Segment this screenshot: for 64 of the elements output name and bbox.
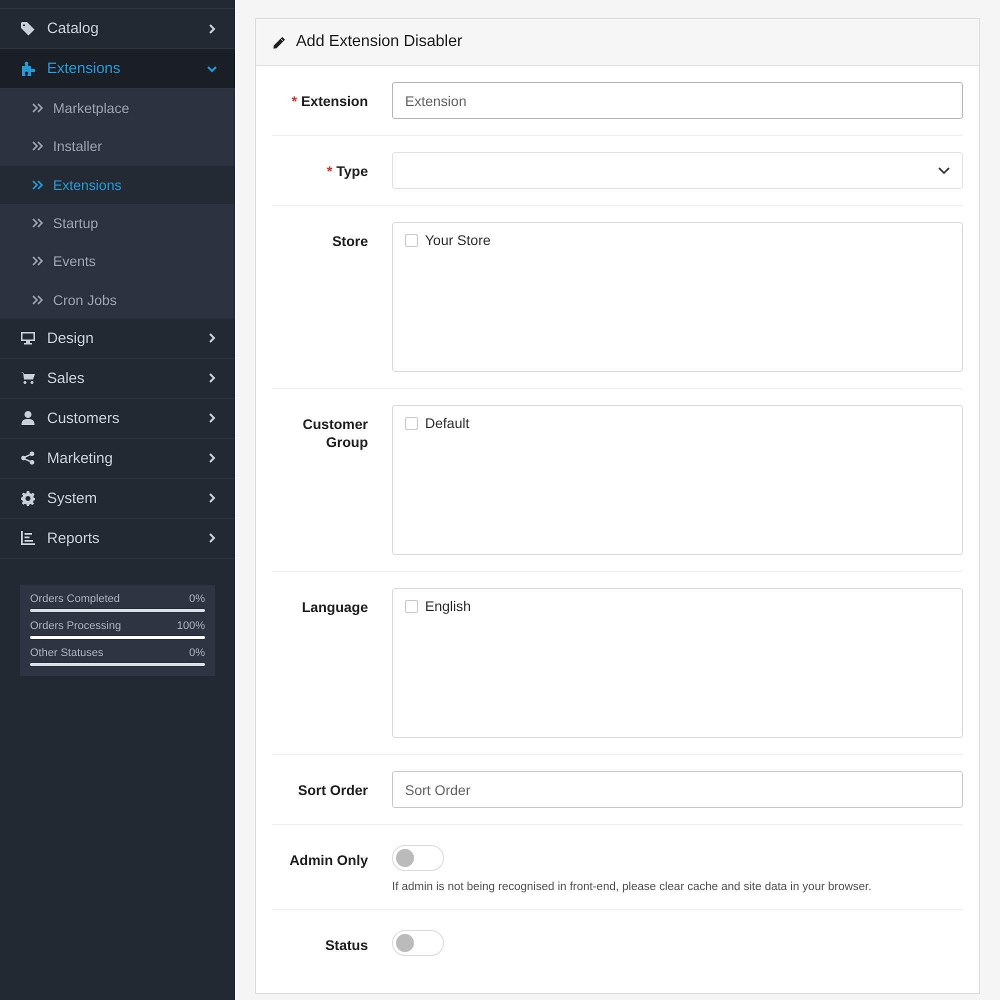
field-label: Sort Order bbox=[296, 781, 368, 800]
stat-label: Other Statuses bbox=[30, 646, 104, 659]
menu-item[interactable]: Extensions bbox=[0, 49, 235, 89]
chevron-right-icon bbox=[207, 373, 217, 384]
submenu-item[interactable]: Events bbox=[0, 242, 235, 280]
double-chevron-icon bbox=[32, 256, 44, 266]
submenu-item[interactable]: Marketplace bbox=[0, 89, 235, 128]
submenu-item[interactable]: Cron Jobs bbox=[0, 280, 235, 319]
double-chevron-icon bbox=[32, 218, 44, 228]
chevron-down-icon bbox=[207, 64, 217, 74]
double-chevron-icon bbox=[32, 294, 44, 305]
text-field[interactable]: Extension bbox=[392, 82, 963, 119]
double-chevron-icon bbox=[32, 180, 44, 190]
checkbox-label: Default bbox=[425, 415, 470, 431]
menu-item[interactable]: Reports bbox=[0, 518, 235, 559]
gear-icon bbox=[20, 490, 36, 506]
chevron-right-icon bbox=[207, 413, 217, 424]
share-icon bbox=[20, 450, 36, 466]
chevron-right-icon bbox=[207, 333, 217, 344]
chevron-down-icon bbox=[938, 166, 950, 174]
monitor-icon bbox=[20, 330, 36, 346]
card-title: Add Extension Disabler bbox=[296, 33, 462, 51]
checkbox[interactable] bbox=[405, 416, 418, 430]
stat-reading: 0% bbox=[189, 592, 205, 605]
bar-chart-icon bbox=[20, 530, 36, 546]
menu-item[interactable]: Sales bbox=[0, 358, 235, 399]
user-icon bbox=[20, 410, 36, 426]
double-chevron-icon bbox=[32, 103, 44, 114]
checkbox-label: Your Store bbox=[425, 232, 491, 248]
pencil-icon bbox=[272, 34, 287, 50]
checkbox[interactable] bbox=[405, 234, 418, 246]
submenu-item[interactable]: Startup bbox=[0, 204, 235, 242]
stat-label: Orders Processing bbox=[30, 620, 122, 632]
toggle-switch[interactable] bbox=[392, 930, 444, 956]
chevron-right-icon bbox=[207, 453, 217, 464]
field-label: * Type bbox=[326, 162, 368, 181]
field-label: Admin Only bbox=[288, 851, 368, 870]
checkbox-label: English bbox=[425, 598, 471, 614]
menu-item[interactable]: System bbox=[0, 478, 235, 519]
menu-item[interactable]: Design bbox=[0, 318, 235, 359]
tag-icon bbox=[20, 20, 36, 36]
field-label: Customer Group bbox=[302, 415, 368, 452]
field-label: Language bbox=[300, 598, 368, 617]
field-label: * Extension bbox=[290, 92, 368, 111]
menu-item[interactable]: Marketing bbox=[0, 438, 235, 479]
stat-label: Orders Completed bbox=[30, 592, 120, 605]
menu-item[interactable]: Customers bbox=[0, 398, 235, 439]
stat-reading: 100% bbox=[176, 620, 205, 632]
chevron-right-icon bbox=[207, 24, 217, 34]
checkbox[interactable] bbox=[405, 600, 418, 612]
field-label: Store bbox=[331, 232, 368, 251]
double-chevron-icon bbox=[32, 141, 44, 152]
chevron-right-icon bbox=[207, 533, 217, 544]
toggle-switch[interactable] bbox=[392, 845, 444, 871]
field-label: Status bbox=[324, 936, 368, 955]
submenu-item[interactable]: Extensions bbox=[0, 166, 235, 204]
submenu-item[interactable]: Installer bbox=[0, 127, 235, 166]
cart-icon bbox=[20, 370, 36, 386]
chevron-right-icon bbox=[207, 493, 217, 504]
stat-reading: 0% bbox=[189, 646, 205, 659]
text-field[interactable]: Sort Order bbox=[392, 771, 963, 808]
puzzle-icon bbox=[20, 60, 36, 76]
type-select[interactable] bbox=[392, 152, 963, 189]
help-text: If admin is not being recognised in front-end, please clear cache and site data in your browser. bbox=[392, 881, 872, 893]
